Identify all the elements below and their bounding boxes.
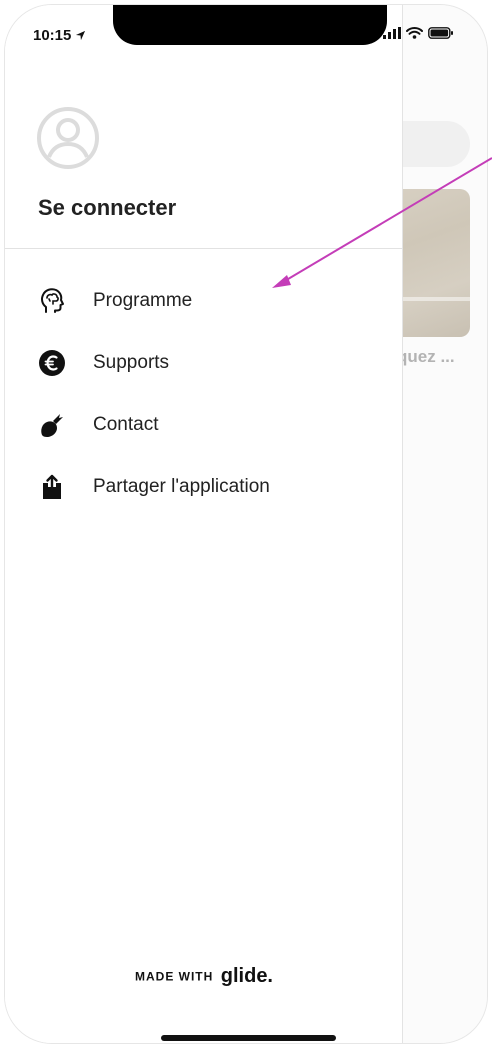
head-brain-icon: [37, 286, 67, 316]
menu-item-label: Supports: [93, 352, 170, 373]
avatar[interactable]: [36, 106, 100, 170]
divider: [5, 248, 403, 249]
made-with-text: MADE WITH: [134, 969, 214, 984]
wifi-icon: [406, 27, 423, 39]
location-arrow-icon: [76, 30, 86, 41]
menu-item-label: Programme: [93, 290, 193, 311]
menu-item-label: Partager l'application: [93, 476, 270, 497]
menu-item-contact[interactable]: Contact: [5, 394, 403, 456]
device-notch: [113, 5, 387, 45]
battery-icon: [428, 27, 453, 39]
drawer-menu: Programme Supports Contact Partager l'ap…: [5, 270, 403, 518]
euro-icon: [37, 348, 67, 378]
signal-icon: [383, 27, 401, 39]
background-card-caption: quez ...: [397, 347, 455, 366]
glide-brand-logo: glide.: [220, 965, 273, 987]
menu-item-label: Contact: [93, 414, 159, 435]
contact-icon: [37, 410, 67, 440]
login-button[interactable]: Se connecter: [38, 195, 176, 221]
status-time-text: 10:15: [33, 27, 72, 44]
menu-item-programme[interactable]: Programme: [5, 270, 403, 332]
menu-item-supports[interactable]: Supports: [5, 332, 403, 394]
status-bar-indicators: [383, 27, 454, 39]
home-indicator[interactable]: [161, 1035, 336, 1041]
phone-frame: quez ... 10:15 Se connecter Programme Su…: [4, 4, 488, 1044]
menu-item-share[interactable]: Partager l'application: [5, 456, 403, 518]
share-icon: [37, 472, 67, 502]
status-bar-time: 10:15: [33, 27, 86, 44]
user-avatar-icon: [37, 107, 99, 169]
navigation-drawer: 10:15 Se connecter Programme Supports Co…: [5, 5, 403, 1043]
made-with-glide-footer[interactable]: MADE WITH glide.: [5, 965, 403, 988]
